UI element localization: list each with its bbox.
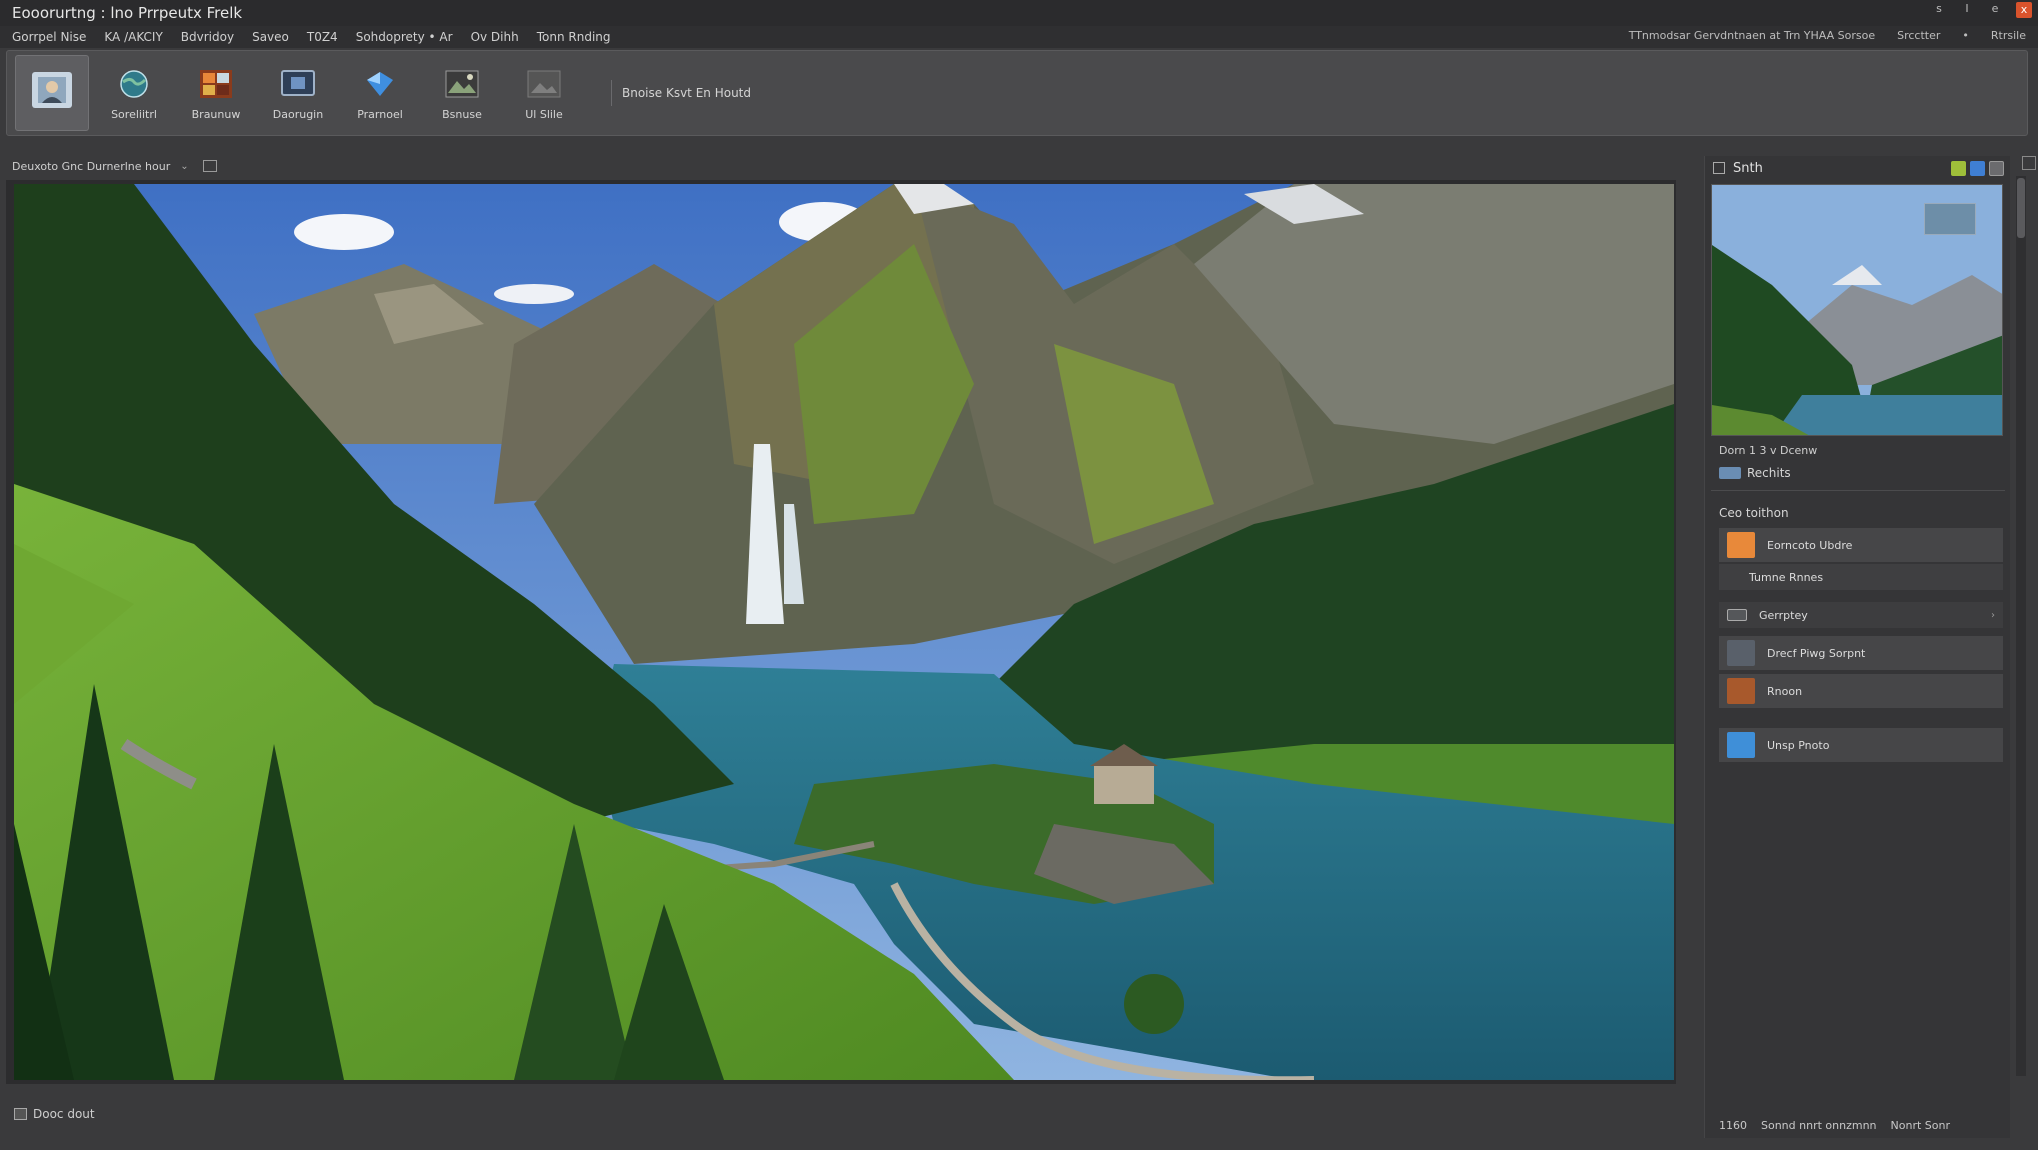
diamond-icon (360, 66, 400, 102)
document-tab[interactable]: Deuxoto Gnc Durnerlne hour ⌄ (6, 156, 1676, 176)
panel-row[interactable]: Unsp Pnoto (1719, 728, 2003, 762)
canvas-area (6, 180, 1676, 1084)
panel-row-label: Drecf Piwg Sorpnt (1767, 646, 1866, 660)
tool-monitor[interactable]: Daorugin (261, 55, 335, 131)
chevron-right-icon[interactable]: › (1991, 610, 1995, 621)
panel-collapse-icon[interactable] (2022, 156, 2036, 170)
tool-portrait[interactable] (15, 55, 89, 131)
section-title: Ceo toithon (1719, 506, 1789, 520)
portrait-icon (32, 72, 72, 108)
status-icon[interactable] (14, 1108, 27, 1120)
status-text: Dooc dout (33, 1107, 95, 1121)
panel-group-header[interactable]: Gerrptey › (1719, 602, 2003, 628)
color-swatch-icon[interactable] (1951, 161, 1966, 176)
panel-row[interactable]: Eorncoto Ubdre (1719, 528, 2003, 562)
landscape-photo (14, 184, 1674, 1080)
tool-label: Ul Slile (525, 107, 563, 121)
monitor-icon (278, 66, 318, 102)
menu-right-group: TTnmodsar Gervdntnaen at Trn YHAA Sorsoe… (1629, 29, 2026, 42)
close-button[interactable]: x (2016, 2, 2032, 18)
photo-icon (1727, 678, 1755, 704)
panel-status-bar: 1160 Sonnd nnrt onnzmnn Nonrt Sonr (1705, 1112, 2011, 1138)
landscape-icon (1727, 732, 1755, 758)
navigator-panel: Snth Dorn 1 3 v Dcenw Rechits Ceo toitho… (1704, 156, 2010, 1138)
divider (1711, 490, 2005, 491)
panel-row[interactable]: Rnoon (1719, 674, 2003, 708)
menu-bar: Gorrpel Nise KA /AKCIY Bdvridoy Saveo T0… (0, 26, 2038, 48)
panel-row-label: Tumne Rnnes (1749, 570, 1824, 584)
info-icon[interactable] (1970, 161, 1985, 176)
panel-row-label: Rnoon (1767, 684, 1803, 698)
tool-frame[interactable]: Ul Slile (507, 55, 581, 131)
panel-sub-label: Rechits (1747, 466, 1791, 480)
panel-status-1: 1160 (1719, 1118, 1747, 1132)
window-control-b[interactable]: I (1960, 2, 1974, 18)
layers-icon (1727, 640, 1755, 666)
tool-brush[interactable]: Braunuw (179, 55, 253, 131)
panel-menu-icon[interactable] (1713, 162, 1725, 174)
frame-toggle-icon[interactable] (202, 160, 217, 172)
panel-header: Snth (1705, 156, 2010, 180)
photo-frame-icon (524, 66, 564, 102)
tool-label: Prarnoel (357, 107, 403, 121)
menu-item-1[interactable]: Gorrpel Nise (12, 30, 86, 44)
menu-item-5[interactable]: T0Z4 (307, 30, 338, 44)
panel-row-label: Unsp Pnoto (1767, 738, 1830, 752)
menu-right-3: • (1962, 29, 1969, 42)
panel-status-2: Sonnd nnrt onnzmnn (1761, 1118, 1877, 1132)
tool-label: Braunuw (191, 107, 241, 121)
tool-diamond[interactable]: Prarnoel (343, 55, 417, 131)
window-control-a[interactable]: s (1932, 2, 1946, 18)
photo-stack-icon (1719, 467, 1741, 479)
toolbar-extra-text[interactable]: Bnoise Ksvt En Houtd (611, 80, 761, 106)
panel-row-label: Eorncoto Ubdre (1767, 538, 1853, 552)
window-control-c[interactable]: e (1988, 2, 2002, 18)
globe-icon (114, 66, 154, 102)
window-title: Eooorurtng : lno Prrpeutx Frelk (12, 4, 243, 22)
tool-label: Soreliitrl (111, 107, 157, 121)
window-controls: s I e x (1932, 2, 2032, 18)
image-icon (442, 66, 482, 102)
tool-label: Bsnuse (442, 107, 482, 121)
panel-info-line: Dorn 1 3 v Dcenw (1719, 444, 1818, 457)
scrollbar-thumb[interactable] (2017, 178, 2025, 238)
main-image-canvas[interactable] (14, 184, 1674, 1080)
panel-status-3[interactable]: Nonrt Sonr (1891, 1119, 1950, 1132)
toolbar: Soreliitrl Braunuw Daorugin Prarnoel Bsn… (6, 50, 2028, 136)
menu-item-3[interactable]: Bdvridoy (181, 30, 234, 44)
panel-scrollbar[interactable] (2016, 176, 2026, 1076)
panel-row[interactable]: Drecf Piwg Sorpnt (1719, 636, 2003, 670)
panel-row-label: Gerrptey (1759, 608, 1808, 622)
menu-item-4[interactable]: Saveo (252, 30, 289, 44)
menu-item-8[interactable]: Tonn Rnding (537, 30, 611, 44)
navigator-viewport-marker[interactable] (1924, 203, 1976, 235)
navigator-thumbnail[interactable] (1711, 184, 2003, 436)
title-bar: Eooorurtng : lno Prrpeutx Frelk s I e x (0, 0, 2038, 26)
brush-palette-icon (196, 66, 236, 102)
panel-row[interactable]: Tumne Rnnes (1719, 564, 2003, 590)
menu-right-1[interactable]: TTnmodsar Gervdntnaen at Trn YHAA Sorsoe (1629, 29, 1875, 42)
menu-right-2[interactable]: Srcctter (1897, 29, 1940, 42)
status-bar: Dooc dout (6, 1100, 1676, 1128)
settings-icon[interactable] (1989, 161, 2004, 176)
menu-item-7[interactable]: Ov Dihh (471, 30, 519, 44)
panel-header-buttons (1951, 161, 2004, 176)
orange-square-icon (1727, 532, 1755, 558)
chevron-down-icon[interactable]: ⌄ (180, 161, 188, 172)
tool-globe[interactable]: Soreliitrl (97, 55, 171, 131)
menu-right-4[interactable]: Rtrsile (1991, 29, 2026, 42)
folder-icon (1727, 609, 1747, 621)
menu-item-2[interactable]: KA /AKCIY (104, 30, 162, 44)
panel-sub-item[interactable]: Rechits (1719, 466, 1791, 480)
document-tab-label: Deuxoto Gnc Durnerlne hour (12, 159, 171, 173)
tool-image[interactable]: Bsnuse (425, 55, 499, 131)
menu-item-6[interactable]: Sohdoprety • Ar (356, 30, 453, 44)
panel-title: Snth (1733, 160, 1763, 176)
tool-label: Daorugin (272, 107, 324, 121)
